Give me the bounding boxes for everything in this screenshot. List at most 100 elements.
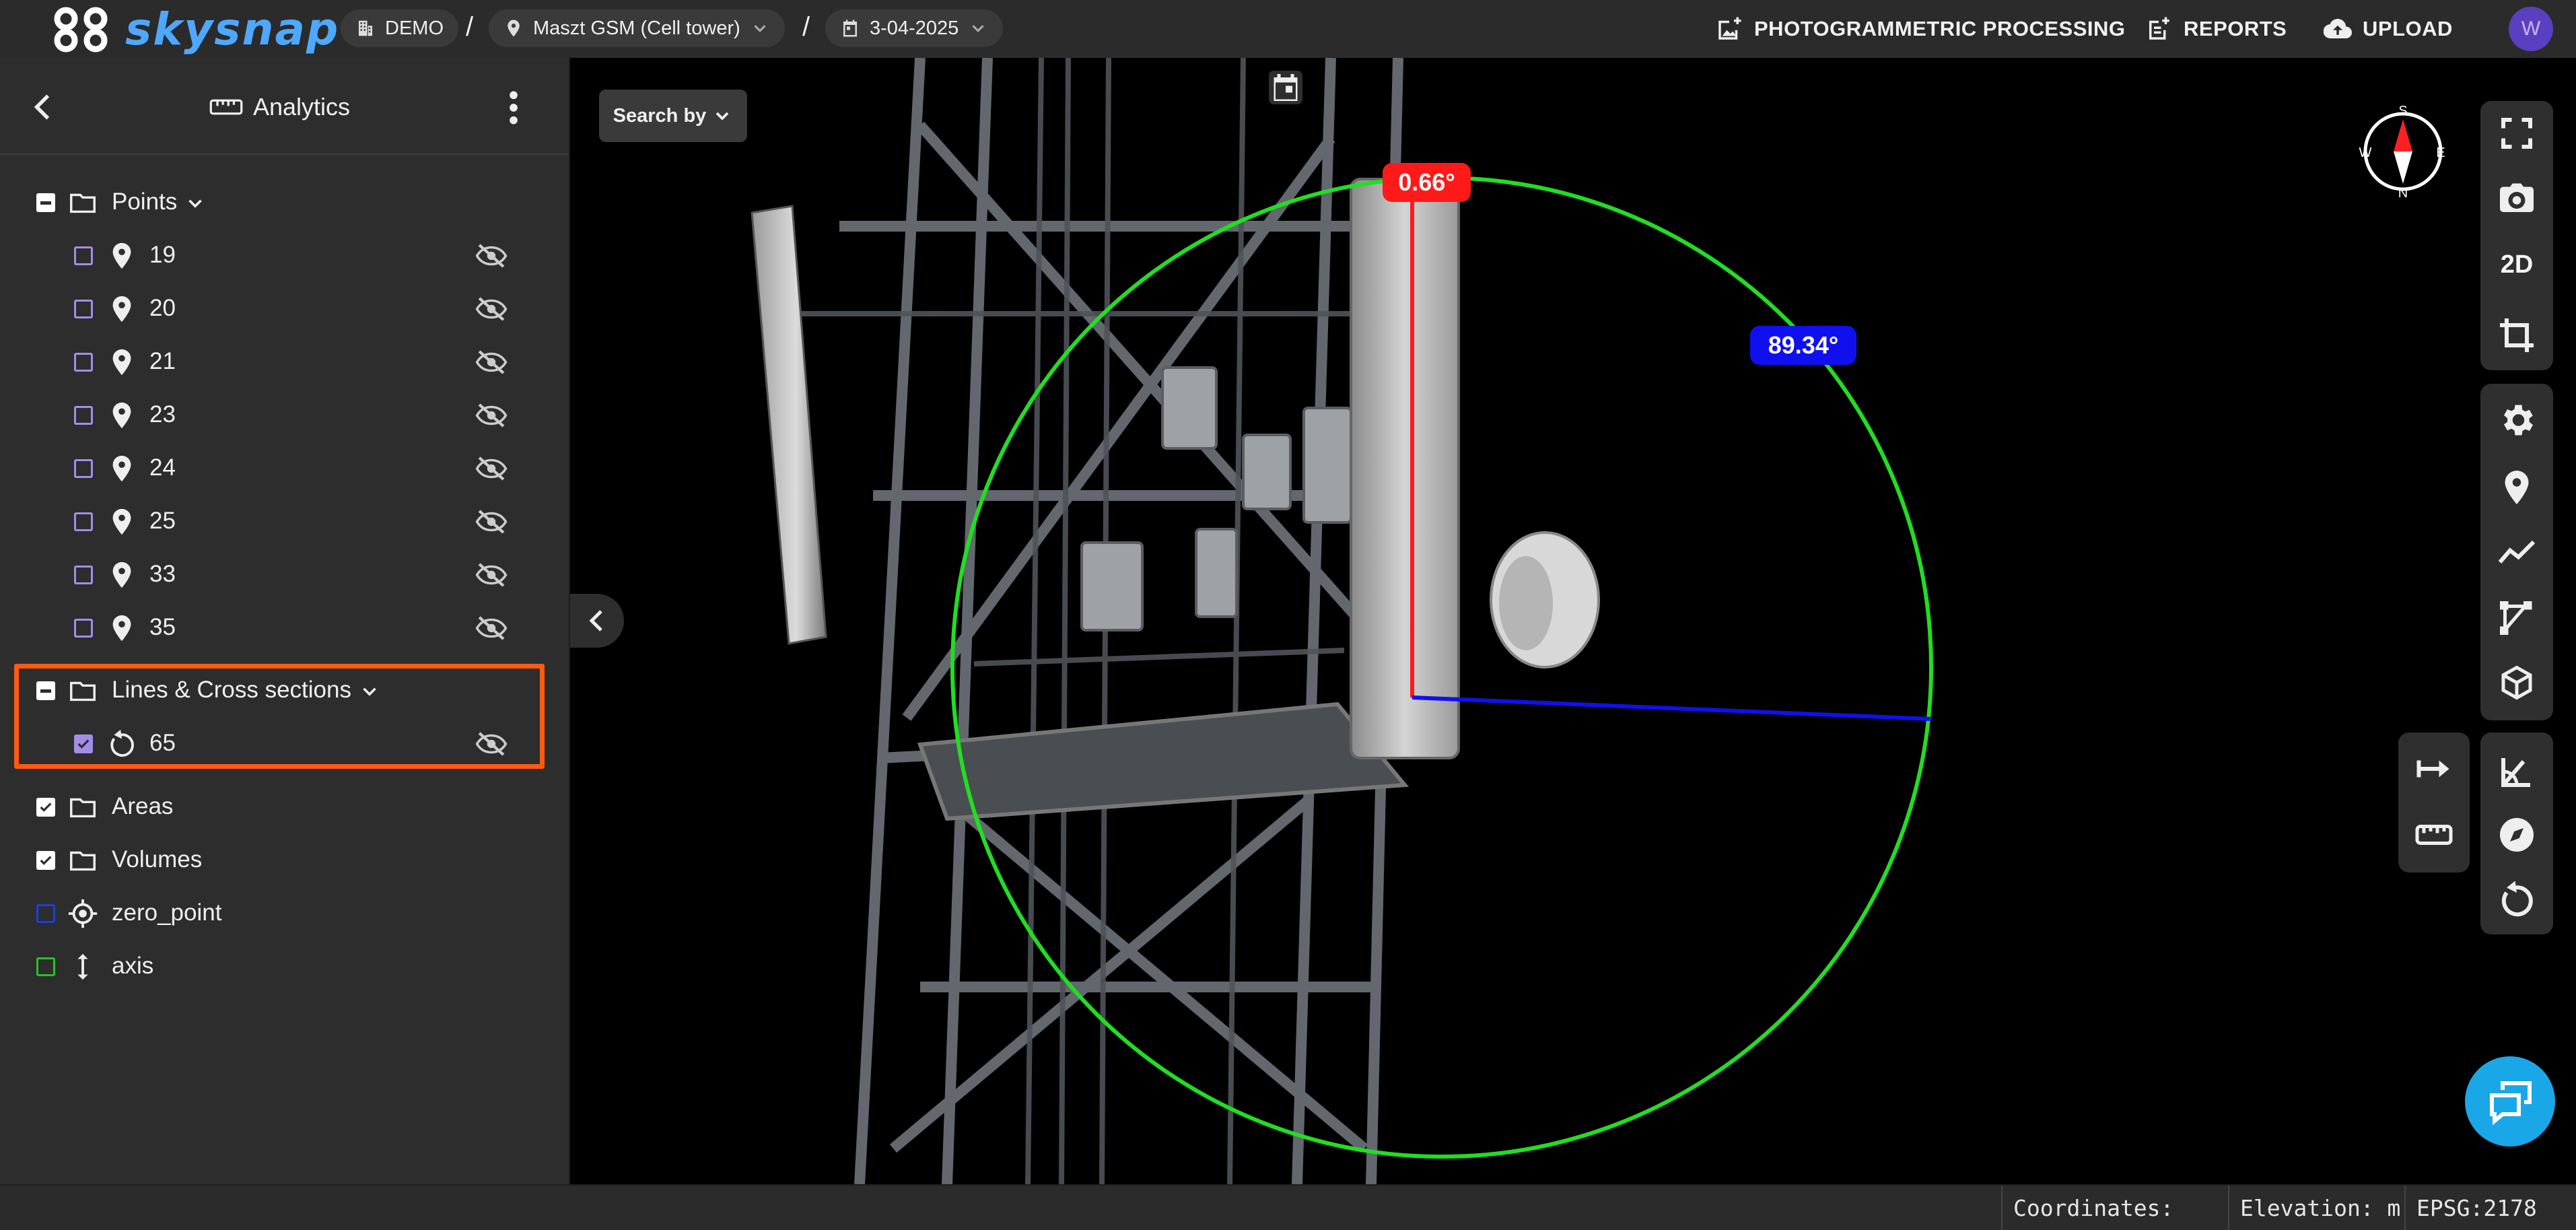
tree-group-label: Areas (112, 793, 174, 819)
panel-header: Analytics (0, 58, 569, 155)
crosshair-icon (68, 899, 98, 928)
group-checkbox[interactable] (36, 193, 55, 212)
item-checkbox[interactable] (74, 512, 93, 531)
location-pin-icon (112, 561, 131, 588)
reports-label: REPORTS (2184, 17, 2287, 40)
location-pin-icon (112, 615, 131, 642)
visibility-off-icon[interactable] (475, 242, 508, 270)
location-pin-icon (112, 349, 131, 376)
vertical-axis-icon (77, 953, 88, 980)
distance-arrow-icon[interactable] (2414, 749, 2454, 789)
item-checkbox[interactable] (74, 619, 93, 638)
group-checkbox[interactable] (36, 798, 55, 817)
reports-button[interactable]: REPORTS (2145, 12, 2287, 46)
item-checkbox[interactable] (74, 300, 93, 318)
chevron-down-icon (754, 25, 766, 32)
add-point-icon[interactable] (2497, 467, 2537, 508)
epsg-readout: EPSG:2178 (2404, 1186, 2571, 1230)
visibility-off-icon[interactable] (475, 561, 508, 589)
photogrammetric-processing-label: PHOTOGRAMMETRIC PROCESSING (1754, 17, 2126, 40)
tree-item-point[interactable]: 35 (0, 603, 569, 653)
more-options-icon[interactable] (501, 89, 526, 127)
item-checkbox[interactable] (36, 957, 55, 976)
compass-direction-icon[interactable] (2497, 815, 2537, 855)
visibility-off-icon[interactable] (475, 295, 508, 323)
upload-button[interactable]: UPLOAD (2324, 12, 2453, 46)
volume-cube-icon[interactable] (2497, 662, 2537, 703)
logo-mark-icon (54, 7, 108, 53)
visibility-off-icon[interactable] (475, 348, 508, 376)
tree-item-label: 23 (149, 401, 176, 428)
location-pin-icon (112, 402, 131, 429)
tree-item-point[interactable]: 25 (0, 497, 569, 547)
chevron-down-icon (716, 112, 729, 121)
item-checkbox[interactable] (74, 406, 93, 425)
search-by-label: Search by (613, 104, 707, 127)
search-by-button[interactable]: Search by (599, 90, 747, 142)
visibility-off-icon[interactable] (475, 401, 508, 430)
item-checkbox[interactable] (74, 459, 93, 478)
back-arrow-icon[interactable] (27, 90, 61, 124)
tree-item-point[interactable]: 19 (0, 231, 569, 281)
elevation-readout: Elevation: m (2228, 1186, 2408, 1230)
chevron-down-icon (972, 25, 984, 32)
tree-group-label: Volumes (112, 846, 203, 873)
folder-icon (70, 798, 96, 818)
compass-east-letter: E (2436, 145, 2445, 160)
user-avatar[interactable]: W (2509, 7, 2553, 51)
camera-icon[interactable] (2497, 178, 2537, 219)
tree-group-label: Points (112, 189, 207, 215)
folder-icon (70, 851, 96, 871)
point-cloud-scene (751, 58, 1933, 1184)
panel-title-label: Analytics (253, 93, 351, 121)
location-pin-icon (112, 508, 131, 535)
item-checkbox[interactable] (36, 904, 55, 923)
visibility-off-icon[interactable] (475, 614, 508, 642)
3d-viewer[interactable]: 0.66° 89.34° (570, 58, 2576, 1184)
tree-item-label: 21 (149, 348, 176, 374)
angle-measure-icon[interactable] (2497, 751, 2537, 792)
collapse-panel-button[interactable] (570, 594, 624, 648)
breadcrumb-workspace[interactable]: DEMO (341, 9, 458, 47)
item-checkbox[interactable] (74, 566, 93, 584)
chat-support-button[interactable] (2465, 1056, 2555, 1147)
tree-item-point[interactable]: 24 (0, 444, 569, 493)
rotate-icon[interactable] (2497, 879, 2537, 920)
tree-group-points[interactable]: Points (0, 178, 569, 228)
secondary-measure-toolbar (2398, 732, 2470, 873)
settings-gear-icon[interactable] (2497, 400, 2537, 440)
visibility-off-icon[interactable] (475, 454, 508, 483)
breadcrumb-site[interactable]: Maszt GSM (Cell tower) (489, 9, 785, 47)
visibility-off-icon[interactable] (475, 508, 508, 536)
mode-2d-button[interactable]: 2D (2480, 250, 2553, 279)
tree-item-point[interactable]: 33 (0, 550, 569, 600)
crop-icon[interactable] (2497, 315, 2537, 355)
tree-group-areas[interactable]: Areas (0, 782, 569, 832)
tree-group-volumes[interactable]: Volumes (0, 835, 569, 885)
tree-item-point[interactable]: 21 (0, 337, 569, 387)
checkmark-icon (40, 802, 52, 812)
chevron-down-icon[interactable] (184, 192, 207, 215)
folder-icon (70, 193, 96, 213)
group-checkbox[interactable] (36, 851, 55, 870)
tree-item-axis[interactable]: axis (0, 942, 569, 992)
ruler-icon[interactable] (2414, 815, 2454, 855)
item-checkbox[interactable] (74, 246, 93, 265)
report-icon (2149, 17, 2169, 40)
top-bar: skysnap DEMO / Maszt GSM (Cell tower) / … (0, 0, 2576, 58)
tree-item-zero-point[interactable]: zero_point (0, 889, 569, 938)
calendar-icon[interactable] (1265, 67, 1306, 108)
status-bar: Coordinates: Elevation: m EPSG:2178 (0, 1184, 2576, 1230)
polyline-icon[interactable] (2497, 532, 2537, 572)
compass-north-letter: N (2398, 186, 2408, 199)
app-logo[interactable]: skysnap (51, 3, 339, 55)
tree-item-point[interactable]: 20 (0, 284, 569, 334)
breadcrumb-date[interactable]: 3-04-2025 (825, 9, 1004, 47)
item-checkbox[interactable] (74, 353, 93, 372)
tree-item-label: 25 (149, 508, 176, 534)
area-polygon-icon[interactable] (2497, 598, 2537, 638)
photogrammetric-processing-button[interactable]: PHOTOGRAMMETRIC PROCESSING (1715, 12, 2126, 46)
tree-item-point[interactable]: 23 (0, 390, 569, 440)
compass-icon[interactable]: S N E W (2356, 104, 2450, 199)
fullscreen-icon[interactable] (2497, 113, 2537, 153)
